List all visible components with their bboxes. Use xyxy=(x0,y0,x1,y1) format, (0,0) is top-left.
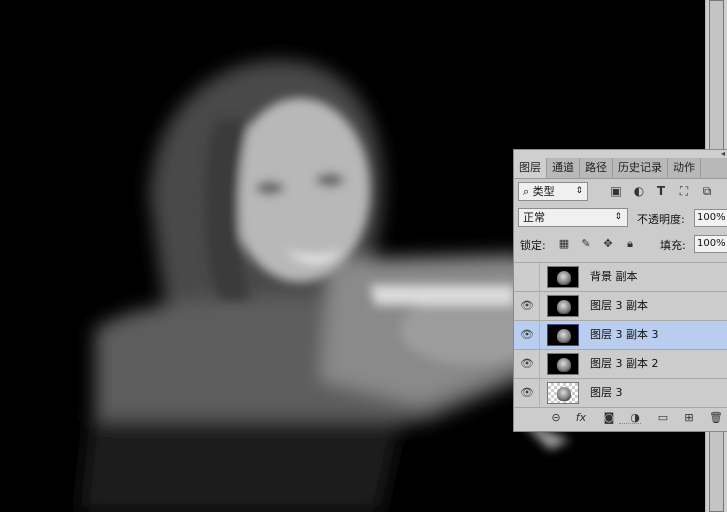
mask-icon[interactable]: ◙ xyxy=(602,411,616,425)
tab-actions[interactable]: 动作 xyxy=(668,158,701,178)
group-folder-icon[interactable]: ▭ xyxy=(656,411,670,425)
filter-type-label: 类型 xyxy=(532,185,555,198)
layer-name: 图层 3 xyxy=(590,386,623,399)
blend-row: 正常 ⇕ 不透明度: 100% xyxy=(514,206,727,230)
shape-filter-icon[interactable]: ⛶ xyxy=(677,184,691,198)
layers-list: 背景 副本 👁︎ 图层 3 副本 👁︎ 图层 3 副本 3 👁︎ 图层 3 副本… xyxy=(514,262,727,408)
layer-name: 图层 3 副本 xyxy=(590,299,648,312)
fx-icon[interactable]: fx xyxy=(574,411,588,425)
chevron-updown-icon: ⇕ xyxy=(575,186,583,196)
fill-input[interactable]: 100% xyxy=(694,235,727,253)
visibility-off-box[interactable] xyxy=(516,264,538,290)
layer-row[interactable]: 👁︎ 图层 3 副本 xyxy=(514,292,727,321)
layer-thumbnail xyxy=(547,382,579,404)
eye-icon[interactable]: 👁︎ xyxy=(516,322,538,348)
layer-name: 背景 副本 xyxy=(590,270,638,283)
smart-object-filter-icon[interactable]: ⧉ xyxy=(700,184,714,198)
panel-footer: ⊝ fx ◙ ◑ ▭ ⊞ 🗑︎ xyxy=(514,407,727,428)
image-filter-icon[interactable]: ▣ xyxy=(609,184,623,198)
eye-icon[interactable]: 👁︎ xyxy=(516,293,538,319)
link-icon[interactable]: ⊝ xyxy=(549,411,563,425)
layer-row[interactable]: 背景 副本 xyxy=(514,263,727,292)
chevron-updown-icon: ⇕ xyxy=(614,212,622,222)
layer-thumbnail xyxy=(547,324,579,346)
layer-name: 图层 3 副本 3 xyxy=(590,328,659,341)
opacity-input[interactable]: 100% xyxy=(694,209,727,227)
opacity-label: 不透明度: xyxy=(637,213,685,226)
panel-tabs: 图层 通道 路径 历史记录 动作 xyxy=(514,158,727,179)
resize-grip[interactable] xyxy=(619,423,641,426)
layer-name: 图层 3 副本 2 xyxy=(590,357,659,370)
adjustment-filter-icon[interactable]: ◐ xyxy=(632,184,646,198)
tab-paths[interactable]: 路径 xyxy=(580,158,613,178)
layer-filter-select[interactable]: ⌕ 类型 ⇕ xyxy=(518,182,588,201)
eye-icon[interactable]: 👁︎ xyxy=(516,380,538,406)
lock-brush-icon[interactable]: ✎ xyxy=(580,238,592,250)
blend-mode-select[interactable]: 正常 ⇕ xyxy=(518,208,628,227)
layer-row[interactable]: 👁︎ 图层 3 xyxy=(514,379,727,408)
layer-thumbnail xyxy=(547,295,579,317)
lock-all-icon[interactable]: 🔒︎ xyxy=(624,238,636,250)
lock-transparent-icon[interactable]: ▦ xyxy=(558,238,570,250)
layers-panel: ◂ 图层 通道 路径 历史记录 动作 ⌕ 类型 ⇕ ▣ ◐ T ⛶ ⧉ 正常 ⇕… xyxy=(513,149,727,432)
layer-thumbnail xyxy=(547,266,579,288)
fill-label: 填充: xyxy=(660,239,686,252)
blend-mode-value: 正常 xyxy=(523,211,545,224)
tab-channels[interactable]: 通道 xyxy=(547,158,580,178)
tab-history[interactable]: 历史记录 xyxy=(613,158,668,178)
layer-row-selected[interactable]: 👁︎ 图层 3 副本 3 xyxy=(514,321,727,350)
lock-position-icon[interactable]: ✥ xyxy=(602,238,614,250)
tab-layers[interactable]: 图层 xyxy=(514,158,547,178)
lock-label: 锁定: xyxy=(520,239,546,252)
eye-icon[interactable]: 👁︎ xyxy=(516,351,538,377)
layer-thumbnail xyxy=(547,353,579,375)
type-filter-icon[interactable]: T xyxy=(654,184,668,198)
trash-icon[interactable]: 🗑︎ xyxy=(709,411,723,425)
filter-row: ⌕ 类型 ⇕ ▣ ◐ T ⛶ ⧉ xyxy=(514,180,727,204)
lock-row: 锁定: ▦ ✎ ✥ 🔒︎ 填充: 100% xyxy=(514,232,727,256)
layer-row[interactable]: 👁︎ 图层 3 副本 2 xyxy=(514,350,727,379)
filter-search-icon: ⌕ xyxy=(523,185,530,198)
collapse-icon[interactable]: ◂ xyxy=(721,149,725,158)
new-layer-icon[interactable]: ⊞ xyxy=(682,411,696,425)
